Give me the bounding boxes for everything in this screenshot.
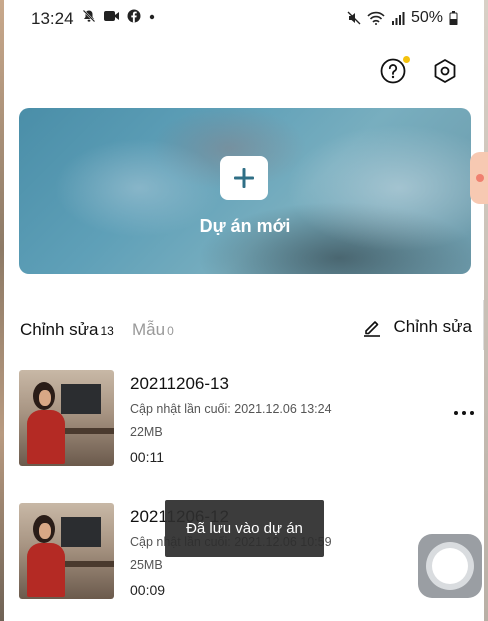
battery-percent: 50% — [410, 9, 443, 26]
new-project-card[interactable]: Dự án mới — [19, 108, 471, 274]
settings-button[interactable] — [432, 58, 458, 84]
project-item[interactable]: 20211206-13 Cập nhật lần cuối: 2021.12.0… — [19, 370, 474, 466]
tab-templates-count: 0 — [167, 324, 174, 338]
tab-edit[interactable]: Chỉnh sửa 13 — [20, 320, 114, 340]
project-more-button[interactable] — [454, 411, 478, 421]
project-updated: Cập nhật lần cuối: 2021.12.06 13:24 — [130, 402, 332, 416]
project-size: 25MB — [130, 558, 163, 572]
status-notification-icons — [82, 9, 156, 23]
project-title: 20211206-13 — [130, 374, 229, 393]
project-tabs: Chỉnh sửa 13 Mẫu 0 Chỉnh sửa — [20, 317, 472, 344]
wifi-icon — [367, 11, 385, 25]
side-handle-dot — [476, 174, 484, 182]
status-system-icons: 50% — [347, 9, 458, 27]
new-project-label: Dự án mới — [199, 216, 291, 236]
more-dot — [454, 411, 458, 415]
project-duration: 00:09 — [130, 582, 166, 598]
mute-bell-icon — [82, 9, 96, 23]
help-button[interactable] — [380, 56, 410, 84]
project-thumbnail — [19, 503, 114, 599]
project-size: 22MB — [130, 425, 163, 439]
facebook-icon — [127, 9, 141, 23]
signal-icon — [391, 12, 405, 25]
pencil-icon — [363, 321, 380, 337]
status-bar: 13:24 50% — [0, 0, 488, 36]
tab-edit-label: Chỉnh sửa — [20, 320, 99, 339]
plus-icon — [234, 168, 254, 188]
status-time: 13:24 — [31, 9, 74, 28]
record-icon — [432, 548, 468, 584]
battery-icon — [449, 11, 458, 25]
question-circle-icon — [380, 58, 406, 84]
more-dot — [462, 411, 466, 415]
mute-icon — [347, 11, 361, 25]
edit-projects-button[interactable]: Chỉnh sửa — [362, 317, 472, 337]
more-dot — [470, 411, 474, 415]
scroll-indicator — [483, 300, 484, 350]
left-edge — [0, 0, 4, 621]
new-project-plus-box — [220, 156, 268, 200]
dot-icon — [149, 14, 155, 20]
toast-message: Đã lưu vào dự án — [165, 500, 324, 557]
project-duration: 00:11 — [130, 449, 164, 465]
video-camera-icon — [104, 11, 119, 21]
side-panel-handle[interactable] — [470, 152, 488, 204]
header-actions — [380, 56, 458, 84]
edit-projects-label: Chỉnh sửa — [393, 317, 472, 336]
tab-templates-label: Mẫu — [132, 320, 166, 339]
right-edge — [484, 0, 488, 621]
tab-templates[interactable]: Mẫu 0 — [132, 320, 174, 340]
project-thumbnail — [19, 370, 114, 466]
floating-record-button[interactable] — [418, 534, 482, 598]
hexagon-settings-icon — [434, 59, 456, 83]
tab-edit-count: 13 — [100, 324, 114, 338]
notification-dot — [403, 56, 410, 63]
